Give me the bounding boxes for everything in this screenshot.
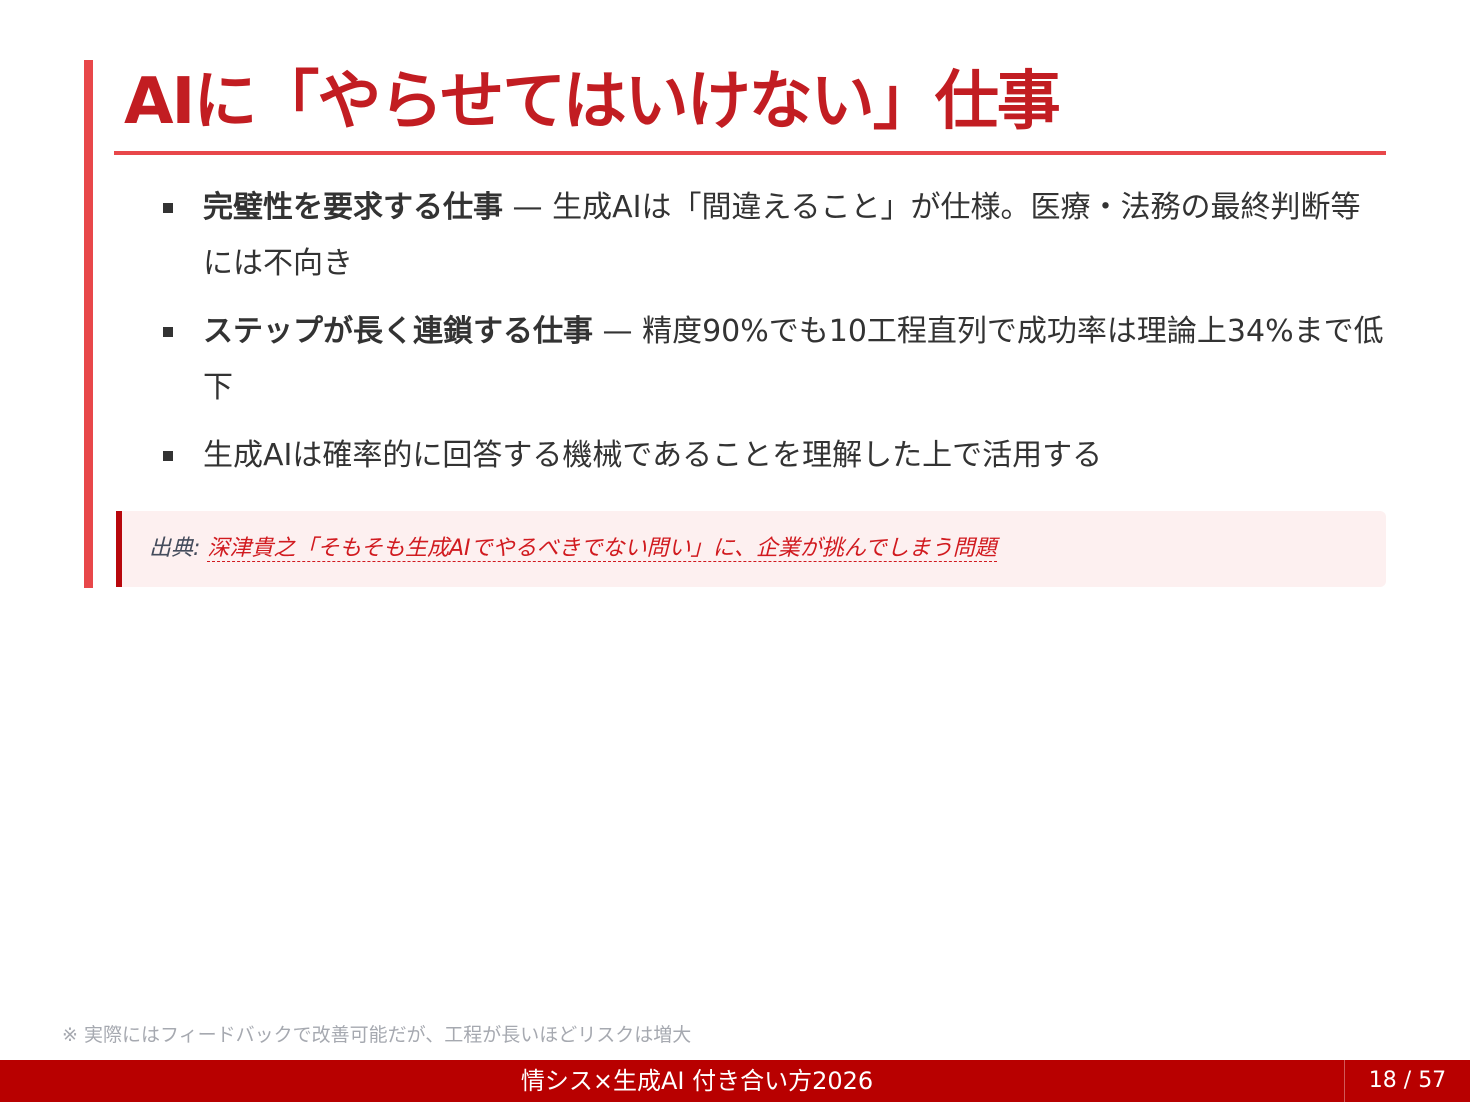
bullet-heading: ステップが長く連鎖する仕事 (203, 314, 593, 349)
square-bullet-icon (163, 327, 173, 337)
source-label: 出典: (149, 536, 208, 561)
footer-title: 情シス×生成AI 付き合い方2026 (520, 1067, 874, 1095)
page-number: 18 / 57 (1368, 1068, 1447, 1093)
source-link[interactable]: 深津貴之「そもそも生成AIでやるべきでない問い」に、企業が挑んでしまう問題 (207, 536, 997, 562)
bullet-heading: 完璧性を要求する仕事 (203, 190, 503, 225)
bullet-list: 完璧性を要求する仕事 — 生成AIは「間違えること」が仕様。医療・法務の最終判断… (160, 180, 1386, 496)
list-item: 生成AIは確率的に回答する機械であることを理解した上で活用する (160, 428, 1386, 484)
source-citation: 出典: 深津貴之「そもそも生成AIでやるべきでない問い」に、企業が挑んでしまう問… (116, 511, 1386, 587)
list-item: ステップが長く連鎖する仕事 — 精度90%でも10工程直列で成功率は理論上34%… (160, 304, 1386, 416)
list-item: 完璧性を要求する仕事 — 生成AIは「間違えること」が仕様。医療・法務の最終判断… (160, 180, 1386, 292)
square-bullet-icon (163, 451, 173, 461)
footnote: ※ 実際にはフィードバックで改善可能だが、工程が長いほどリスクは増大 (62, 1024, 692, 1046)
slide-title: AIに「やらせてはいけない」仕事 (124, 65, 1061, 139)
square-bullet-icon (163, 203, 173, 213)
footer-bar: 情シス×生成AI 付き合い方2026 18 / 57 (0, 1060, 1470, 1102)
title-underline (114, 151, 1386, 155)
bullet-text: 生成AIは確率的に回答する機械であることを理解した上で活用する (203, 438, 1103, 473)
slide-accent-bar (84, 60, 93, 588)
